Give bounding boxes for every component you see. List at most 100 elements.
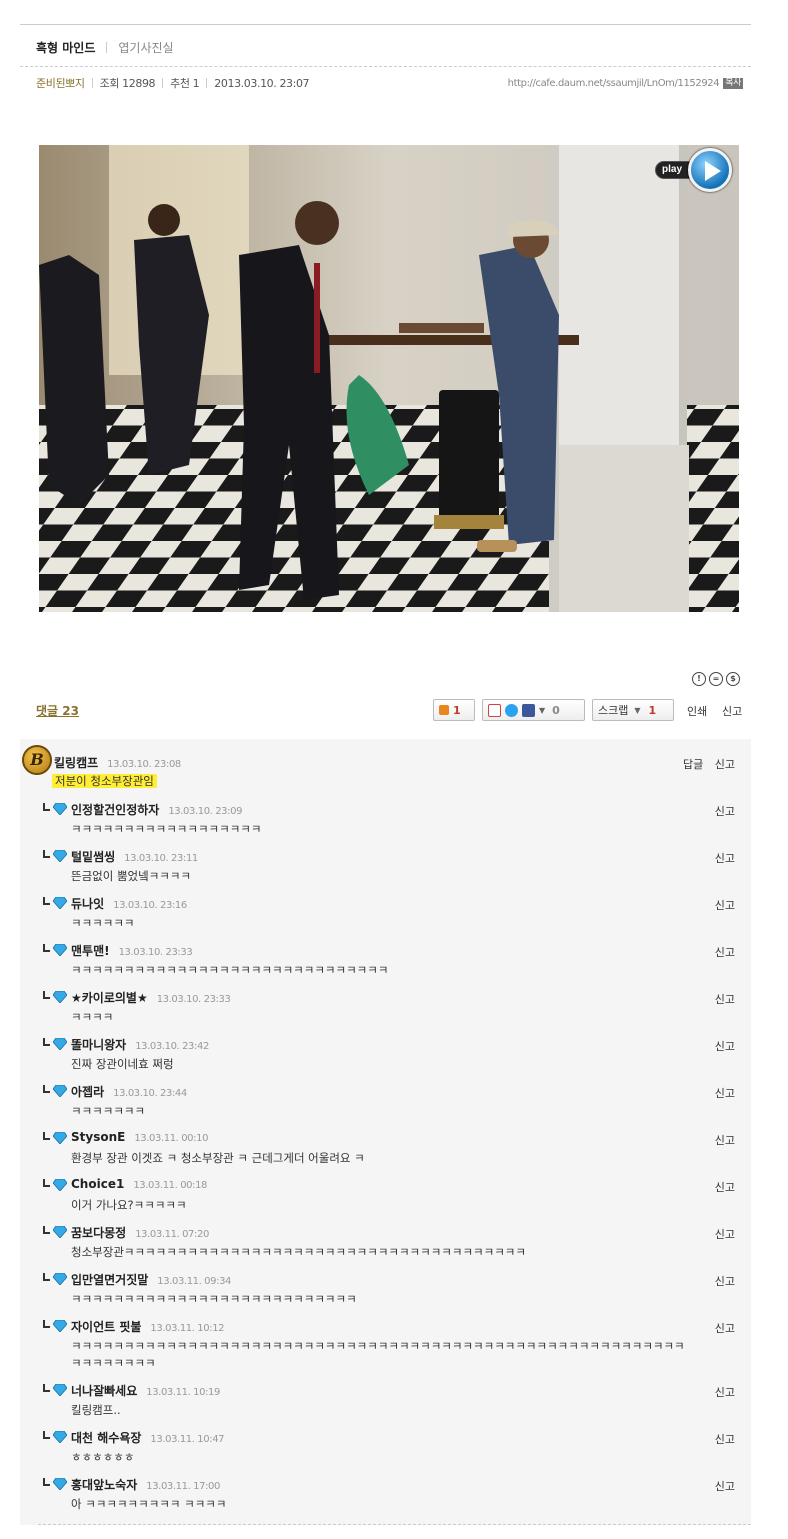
reply-author[interactable]: 인정할건인정하자 xyxy=(71,801,159,818)
meta-separator xyxy=(206,78,208,88)
reply-author[interactable]: ★카이로의별★ xyxy=(71,989,148,1006)
reply-indent-icon xyxy=(43,850,50,858)
reply-button[interactable]: 답글 xyxy=(683,758,703,771)
report-reply-button[interactable]: 신고 xyxy=(715,1040,735,1053)
report-reply-button[interactable]: 신고 xyxy=(715,1228,735,1241)
report-reply-button[interactable]: 신고 xyxy=(715,1322,735,1335)
reply-time: 13.03.10. 23:11 xyxy=(124,853,198,864)
diamond-icon xyxy=(53,1226,67,1238)
reply-item: 자이언트 핏불 13.03.11. 10:12 ㅋㅋㅋㅋㅋㅋㅋㅋㅋㅋㅋㅋㅋㅋㅋㅋㅋㅋ… xyxy=(20,1317,751,1370)
report-post-link[interactable]: 신고 xyxy=(722,703,742,719)
reply-text: 환경부 장관 이겟죠 ㅋ 청소부장관 ㅋ 근데그게더 어울려요 ㅋ xyxy=(71,1151,365,1165)
comment-count-link[interactable]: 댓글 23 xyxy=(36,702,79,719)
reply-author[interactable]: 똘마니왕자 xyxy=(71,1036,126,1053)
bottom-divider xyxy=(38,1524,751,1525)
post-author[interactable]: 준비된뽀지 xyxy=(36,75,85,91)
reply-indent-icon xyxy=(43,991,50,999)
comment-author[interactable]: 킬링캠프 xyxy=(54,754,98,771)
board-name[interactable]: 엽기사진실 xyxy=(118,39,173,56)
reply-text: ㅋㅋㅋㅋㅋㅋㅋㅋㅋㅋㅋㅋㅋㅋㅋㅋㅋㅋ xyxy=(71,822,262,836)
report-reply-button[interactable]: 신고 xyxy=(715,1275,735,1288)
report-reply-button[interactable]: 신고 xyxy=(715,899,735,912)
report-reply-button[interactable]: 신고 xyxy=(715,1386,735,1399)
reply-header: 자이언트 핏불 13.03.11. 10:12 xyxy=(71,1318,225,1335)
reply-time: 13.03.11. 09:34 xyxy=(157,1276,231,1287)
reply-time: 13.03.10. 23:33 xyxy=(156,994,231,1005)
reply-indent-icon xyxy=(43,1179,50,1187)
report-reply-button[interactable]: 신고 xyxy=(715,1087,735,1100)
share-link-icon[interactable] xyxy=(488,703,501,717)
scrap-dropdown-icon[interactable]: ▼ xyxy=(634,706,640,715)
reply-time: 13.03.11. 07:20 xyxy=(135,1229,209,1240)
post-title-row: 흑형 마인드 엽기사진실 xyxy=(36,38,174,56)
reply-actions: 신고 xyxy=(715,1273,735,1289)
reply-author[interactable]: 입만열면거짓말 xyxy=(71,1271,148,1288)
report-reply-button[interactable]: 신고 xyxy=(715,805,735,818)
reply-indent-icon xyxy=(43,1273,50,1281)
hallway-photo xyxy=(39,145,739,612)
reply-header: 입만열면거짓말 13.03.11. 09:34 xyxy=(71,1271,231,1288)
post-photo[interactable] xyxy=(39,145,739,612)
reply-header: ★카이로의별★ 13.03.10. 23:33 xyxy=(71,989,231,1006)
reply-author[interactable]: 털밑썸씽 xyxy=(71,848,115,865)
board-owner-title[interactable]: 흑형 마인드 xyxy=(36,39,95,56)
reply-time: 13.03.10. 23:42 xyxy=(135,1041,209,1052)
report-reply-button[interactable]: 신고 xyxy=(715,993,735,1006)
title-divider xyxy=(20,66,751,67)
reply-text: 아 ㅋㅋㅋㅋㅋㅋㅋㅋㅋ ㅋㅋㅋㅋ xyxy=(71,1497,227,1511)
reply-item: 대천 해수욕장 13.03.11. 10:47 ㅎㅎㅎㅎㅎㅎ 신고 xyxy=(20,1428,751,1475)
reply-author[interactable]: Choice1 xyxy=(71,1177,124,1191)
post-url[interactable]: http://cafe.daum.net/ssaumjil/LnOm/11529… xyxy=(508,78,720,89)
report-reply-button[interactable]: 신고 xyxy=(715,946,735,959)
comment-header: 킬링캠프 13.03.10. 23:08 xyxy=(54,754,181,771)
reply-author[interactable]: 너나잘빠세요 xyxy=(71,1382,137,1399)
reply-actions: 신고 xyxy=(715,944,735,960)
reply-author[interactable]: 자이언트 핏불 xyxy=(71,1318,141,1335)
report-reply-button[interactable]: 신고 xyxy=(715,1433,735,1446)
comment-text: 저분이 청소부장관임 xyxy=(52,773,157,789)
report-reply-button[interactable]: 신고 xyxy=(715,1181,735,1194)
report-comment-button[interactable]: 신고 xyxy=(715,758,735,771)
play-video-button[interactable]: play xyxy=(655,148,733,192)
comment-item: B 킬링캠프 13.03.10. 23:08 저분이 청소부장관임 답글 신고 xyxy=(20,739,751,795)
report-reply-button[interactable]: 신고 xyxy=(715,1134,735,1147)
diamond-icon xyxy=(53,1478,67,1490)
diamond-icon xyxy=(53,850,67,862)
post-meta: 준비된뽀지 조회 12898 추천 1 2013.03.10. 23:07 xyxy=(36,75,310,91)
reply-author[interactable]: StysonE xyxy=(71,1130,125,1144)
reply-author[interactable]: 홍대앞노숙자 xyxy=(71,1476,137,1493)
reply-time: 13.03.10. 23:09 xyxy=(168,806,243,817)
reply-text-continued: ㅋㅋㅋㅋㅋㅋㅋㅋ xyxy=(71,1356,156,1370)
comment-time: 13.03.10. 23:08 xyxy=(107,759,181,770)
diamond-icon xyxy=(53,944,67,956)
scrap-button[interactable]: 스크랩 ▼ 1 xyxy=(592,699,674,721)
share-button-group[interactable]: ▼ 0 xyxy=(482,699,585,721)
reply-item: 털밑썸씽 13.03.10. 23:11 뜬금없이 뿜었넼ㅋㅋㅋㅋ 신고 xyxy=(20,847,751,894)
diamond-icon xyxy=(53,1320,67,1332)
reply-author[interactable]: 맨투맨! xyxy=(71,942,110,959)
print-link[interactable]: 인쇄 xyxy=(687,703,707,719)
reply-author[interactable]: 아젭라 xyxy=(71,1083,104,1100)
report-reply-button[interactable]: 신고 xyxy=(715,852,735,865)
reply-author[interactable]: 대천 해수욕장 xyxy=(71,1429,141,1446)
like-button[interactable]: 1 xyxy=(433,699,475,721)
reply-text: 청소부장관ㅋㅋㅋㅋㅋㅋㅋㅋㅋㅋㅋㅋㅋㅋㅋㅋㅋㅋㅋㅋㅋㅋㅋㅋㅋㅋㅋㅋㅋㅋㅋㅋㅋㅋㅋ… xyxy=(71,1245,526,1259)
reply-item: 홍대앞노숙자 13.03.11. 17:00 아 ㅋㅋㅋㅋㅋㅋㅋㅋㅋ ㅋㅋㅋㅋ 신고 xyxy=(20,1475,751,1522)
share-dropdown-icon[interactable]: ▼ xyxy=(539,706,545,715)
reply-header: Choice1 13.03.11. 00:18 xyxy=(71,1177,207,1191)
reply-time: 13.03.11. 17:00 xyxy=(146,1481,220,1492)
twitter-icon[interactable] xyxy=(505,703,518,717)
reply-text: 이거 가나요?ㅋㅋㅋㅋㅋ xyxy=(71,1198,187,1212)
reply-header: 대천 해수욕장 13.03.11. 10:47 xyxy=(71,1429,225,1446)
reply-indent-icon xyxy=(43,897,50,905)
report-reply-button[interactable]: 신고 xyxy=(715,1480,735,1493)
reply-text: ㅋㅋㅋㅋㅋㅋ xyxy=(71,916,135,930)
reply-header: 홍대앞노숙자 13.03.11. 17:00 xyxy=(71,1476,220,1493)
reply-time: 13.03.11. 10:47 xyxy=(150,1434,225,1445)
copy-url-button[interactable]: 복사 xyxy=(723,77,743,89)
share-count: 0 xyxy=(552,703,560,717)
level-badge-icon: B xyxy=(22,745,52,775)
reply-author[interactable]: 듀나잇 xyxy=(71,895,104,912)
reply-author[interactable]: 꿈보다몽정 xyxy=(71,1224,126,1241)
facebook-icon[interactable] xyxy=(522,703,535,717)
